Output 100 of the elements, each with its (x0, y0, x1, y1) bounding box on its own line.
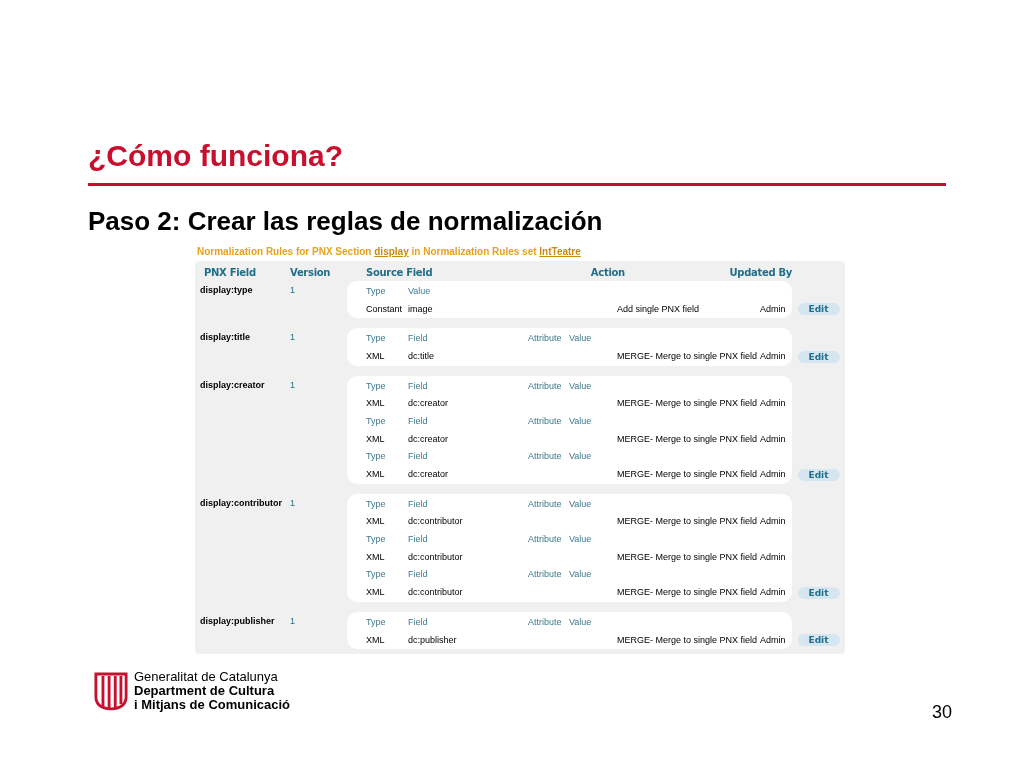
source-type: XML (366, 634, 385, 645)
pnx-field-name: display:contributor (199, 496, 283, 510)
source-label: Attribute (528, 451, 562, 462)
action-text: MERGE- Merge to single PNX field (617, 433, 758, 444)
source-label: Field (408, 569, 428, 580)
source-label: Attribute (528, 380, 562, 391)
source-label: Field (408, 415, 428, 426)
source-label: Field (408, 451, 428, 462)
pnx-field-name: display:type (199, 284, 254, 297)
column-header: PNX Field (203, 266, 257, 280)
column-header: Version (290, 266, 332, 280)
action-text: MERGE- Merge to single PNX field (617, 350, 758, 361)
pnx-field-name: display:publisher (199, 615, 276, 628)
logo-text: i Mitjans de Comunicació (134, 698, 291, 713)
action-text: MERGE- Merge to single PNX field (617, 551, 758, 562)
pnx-field-name: display:creator (199, 378, 266, 392)
version-number: 1 (290, 331, 296, 345)
source-type: Constant (366, 303, 403, 314)
source-label: Attribute (528, 415, 562, 426)
updated-by: Admin (760, 469, 786, 480)
heading-link[interactable]: display (374, 246, 409, 257)
edit-button[interactable]: Edit (797, 303, 840, 316)
source-field: dc:contributor (408, 551, 463, 562)
logo-text: Generalitat de Catalunya (134, 670, 278, 685)
updated-by: Admin (760, 350, 786, 361)
source-type: XML (366, 469, 385, 480)
version-number: 1 (290, 284, 296, 297)
action-text: MERGE- Merge to single PNX field (617, 587, 758, 598)
source-field: dc:publisher (408, 634, 457, 645)
action-text: MERGE- Merge to single PNX field (617, 398, 758, 409)
action-text: MERGE- Merge to single PNX field (617, 469, 758, 480)
slide-title: ¿Cómo funciona? (88, 138, 343, 174)
source-label: Value (569, 616, 592, 627)
source-field: dc:creator (408, 433, 449, 444)
logo-text: Department de Cultura (134, 684, 275, 699)
source-label: Attribute (528, 569, 562, 580)
source-label: Field (408, 616, 428, 627)
source-label: Type (366, 569, 386, 580)
heading-link[interactable]: IntTeatre (539, 246, 581, 257)
source-label: Attribute (528, 534, 562, 545)
version-number: 1 (290, 615, 296, 628)
source-label: Value (569, 534, 592, 545)
source-type: XML (366, 587, 385, 598)
source-label: Field (408, 380, 428, 391)
source-label: Attribute (528, 498, 562, 509)
source-label: Value (569, 451, 592, 462)
source-label: Field (408, 534, 428, 545)
version-number: 1 (290, 378, 296, 392)
source-type: XML (366, 433, 385, 444)
edit-button[interactable]: Edit (797, 587, 840, 599)
source-label: Value (569, 498, 592, 509)
source-label: Attribute (528, 616, 562, 627)
pnx-field-name: display:title (199, 331, 251, 345)
slide-subtitle: Paso 2: Crear las reglas de normalización (88, 206, 603, 236)
source-field: dc:contributor (408, 516, 463, 527)
source-type: XML (366, 551, 385, 562)
source-field: image (408, 303, 433, 314)
page-number: 30 (931, 702, 952, 724)
action-text: Add single PNX field (617, 303, 700, 314)
source-type: XML (366, 398, 385, 409)
version-number: 1 (290, 496, 296, 510)
source-label: Value (569, 333, 592, 344)
updated-by: Admin (760, 551, 786, 562)
source-label: Value (569, 569, 592, 580)
heading-text: Normalization Rules for PNX Section (197, 246, 373, 257)
striped-shield-icon (94, 671, 128, 712)
updated-by: Admin (760, 516, 786, 527)
updated-by: Admin (760, 433, 786, 444)
source-field: dc:creator (408, 469, 449, 480)
source-type: XML (366, 350, 385, 361)
action-text: MERGE- Merge to single PNX field (617, 516, 758, 527)
column-header: Source Field (365, 266, 434, 280)
updated-by: Admin (760, 587, 786, 598)
edit-button[interactable]: Edit (797, 634, 840, 647)
source-field: dc:contributor (408, 587, 463, 598)
source-label: Type (366, 451, 386, 462)
source-label: Type (366, 415, 386, 426)
heading-text: in Normalization Rules set (410, 246, 538, 257)
source-label: Type (366, 534, 386, 545)
source-label: Type (366, 616, 386, 627)
source-type: XML (366, 516, 385, 527)
source-label: Type (366, 498, 386, 509)
updated-by: Admin (760, 398, 786, 409)
updated-by: Admin (760, 303, 786, 314)
source-label: Type (366, 380, 386, 391)
edit-button[interactable]: Edit (797, 468, 840, 481)
action-text: MERGE- Merge to single PNX field (617, 634, 758, 645)
source-label: Field (408, 498, 428, 509)
column-header: Action (590, 266, 626, 280)
source-label: Field (408, 333, 428, 344)
updated-by: Admin (760, 634, 786, 645)
source-field: dc:creator (408, 398, 449, 409)
source-label: Value (569, 415, 592, 426)
edit-button[interactable]: Edit (797, 350, 840, 363)
source-label: Attribute (528, 333, 562, 344)
column-header: Updated By (729, 266, 792, 280)
source-field: dc:title (408, 350, 434, 361)
source-label: Value (408, 285, 431, 296)
source-label: Type (366, 333, 386, 344)
source-label: Value (569, 380, 592, 391)
